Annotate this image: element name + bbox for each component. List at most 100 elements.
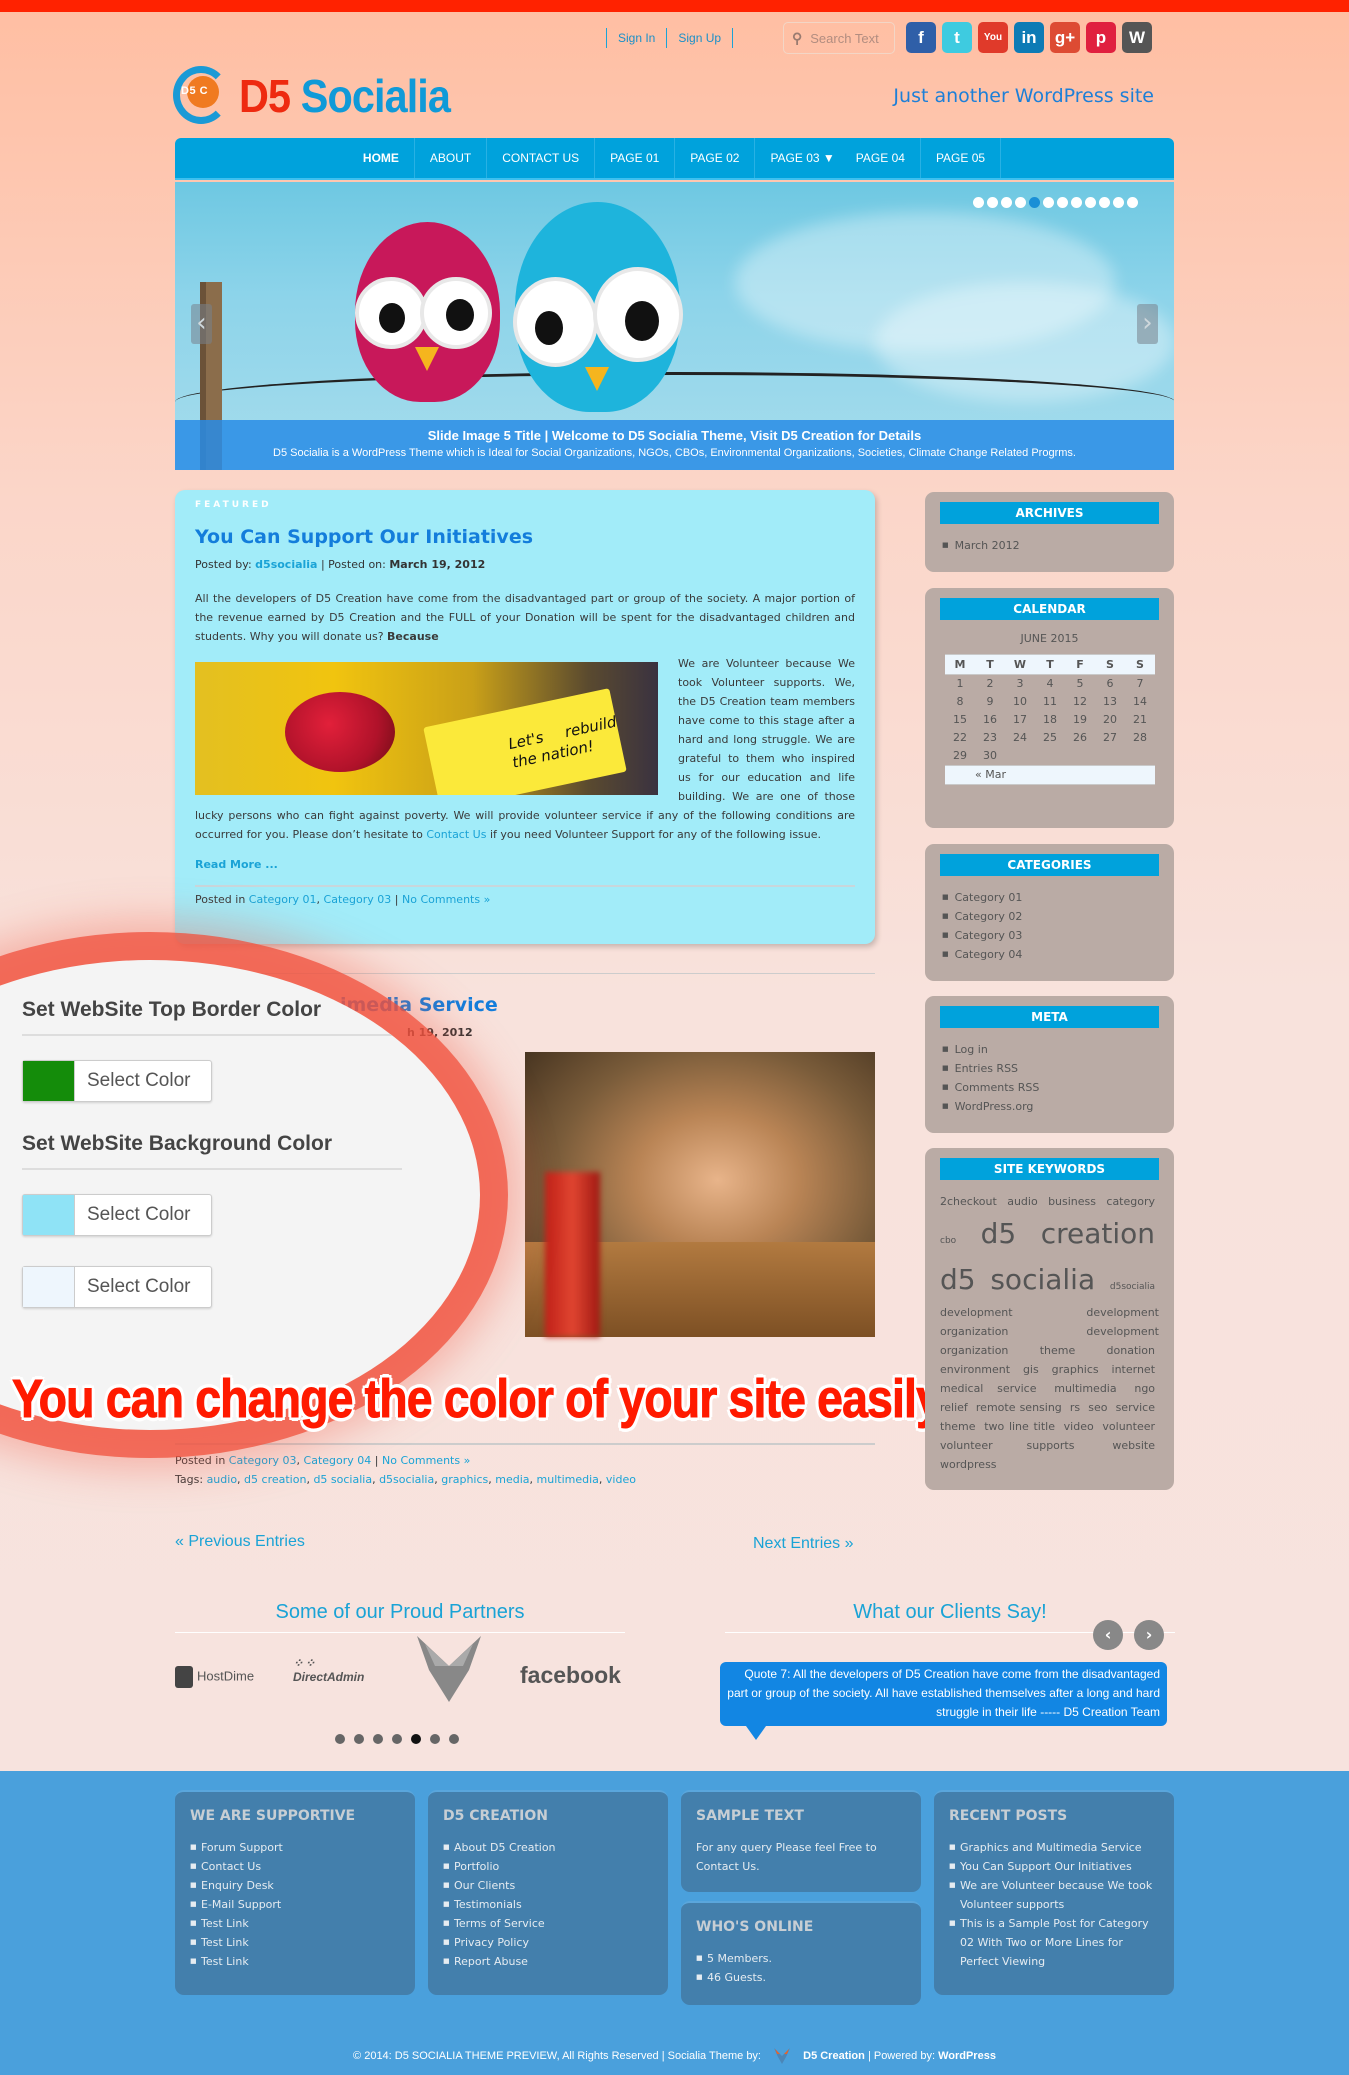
keyword-tag[interactable]: two line title — [984, 1420, 1055, 1433]
slider-dot[interactable] — [1043, 197, 1054, 208]
slider-dot[interactable] — [1015, 197, 1026, 208]
keyword-tag[interactable]: multimedia — [1054, 1382, 1116, 1395]
meta-item-link[interactable]: WordPress.org — [955, 1100, 1034, 1113]
footer-link[interactable]: Report Abuse — [443, 1952, 653, 1971]
footer-link[interactable]: Testimonials — [443, 1895, 653, 1914]
background-color-picker[interactable]: Select Color — [22, 1194, 212, 1236]
partner-dot[interactable] — [449, 1734, 459, 1744]
recent-post-link[interactable]: We are Volunteer because We took Volunte… — [960, 1879, 1152, 1911]
keyword-tag[interactable]: video — [1064, 1420, 1094, 1433]
meta-item-link[interactable]: Log in — [955, 1043, 988, 1056]
recent-post-link[interactable]: You Can Support Our Initiatives — [960, 1860, 1132, 1873]
linkedin-icon[interactable]: in — [1014, 22, 1044, 53]
keyword-tag[interactable]: volunteer supports — [940, 1439, 1074, 1452]
slider-dot[interactable] — [1127, 197, 1138, 208]
footer-link-link[interactable]: Terms of Service — [454, 1917, 545, 1930]
tag-link[interactable]: video — [606, 1473, 636, 1486]
keyword-tag[interactable]: rs — [1070, 1401, 1080, 1414]
pinterest-icon[interactable]: p — [1086, 22, 1116, 53]
partner-logo[interactable]: facebook — [520, 1662, 621, 1689]
recent-post-link[interactable]: This is a Sample Post for Category 02 Wi… — [960, 1917, 1149, 1968]
footer-link-link[interactable]: About D5 Creation — [454, 1841, 556, 1854]
partner-dot[interactable] — [373, 1734, 383, 1744]
wordpress-link[interactable]: WordPress — [938, 2050, 996, 2062]
comments-link[interactable]: No Comments » — [402, 893, 490, 906]
partner-dot[interactable] — [335, 1734, 345, 1744]
keyword-tag[interactable]: wordpress — [940, 1458, 997, 1471]
online-stat[interactable]: 46 Guests. — [696, 1968, 906, 1987]
slider-prev-button[interactable]: ‹ — [191, 304, 212, 344]
slider-dot[interactable] — [1085, 197, 1096, 208]
footer-link[interactable]: Test Link — [190, 1914, 400, 1933]
partner-dot[interactable] — [411, 1734, 421, 1744]
online-stat-link[interactable]: 5 Members. — [707, 1952, 772, 1965]
previous-entries-link[interactable]: « Previous Entries — [175, 1533, 305, 1551]
footer-link-link[interactable]: Test Link — [201, 1936, 249, 1949]
slider-dot[interactable] — [1113, 197, 1124, 208]
keyword-tag[interactable]: theme — [940, 1420, 976, 1433]
partner-logo[interactable]: HostDime — [175, 1666, 254, 1688]
slider-dot[interactable] — [1057, 197, 1068, 208]
keyword-tag[interactable]: medical service — [940, 1382, 1037, 1395]
sign-in-link[interactable]: Sign In — [607, 28, 666, 48]
footer-link-link[interactable]: Our Clients — [454, 1879, 515, 1892]
footer-link-link[interactable]: Test Link — [201, 1917, 249, 1930]
footer-link-link[interactable]: Privacy Policy — [454, 1936, 529, 1949]
recent-post[interactable]: This is a Sample Post for Category 02 Wi… — [949, 1914, 1159, 1971]
keyword-tag[interactable]: development — [940, 1306, 1013, 1319]
twitter-icon[interactable]: t — [942, 22, 972, 53]
category-item[interactable]: Category 01 — [940, 888, 1159, 907]
slider-dot[interactable] — [1029, 197, 1040, 208]
slider-dot[interactable] — [973, 197, 984, 208]
nav-item-contact-us[interactable]: CONTACT US — [487, 138, 596, 178]
footer-link-link[interactable]: Portfolio — [454, 1860, 499, 1873]
recent-post[interactable]: You Can Support Our Initiatives — [949, 1857, 1159, 1876]
keyword-tag[interactable]: ngo — [1134, 1382, 1155, 1395]
footer-link[interactable]: Privacy Policy — [443, 1933, 653, 1952]
keyword-tag[interactable]: seo — [1088, 1401, 1107, 1414]
wordpress-icon[interactable]: W — [1122, 22, 1152, 53]
background-secondary-color-picker[interactable]: Select Color — [22, 1266, 212, 1308]
partner-logo[interactable]: ⁘⁘ DirectAdmin — [293, 1656, 364, 1684]
footer-link[interactable]: Contact Us — [190, 1857, 400, 1876]
footer-link[interactable]: Terms of Service — [443, 1914, 653, 1933]
meta-item[interactable]: WordPress.org — [940, 1097, 1159, 1116]
tag-link[interactable]: graphics — [441, 1473, 488, 1486]
slider-dot[interactable] — [987, 197, 998, 208]
footer-link-link[interactable]: Forum Support — [201, 1841, 283, 1854]
nav-item-page-02[interactable]: PAGE 02 — [675, 138, 756, 178]
top-border-color-picker[interactable]: Select Color — [22, 1060, 212, 1102]
keyword-tag[interactable]: theme — [1040, 1344, 1076, 1357]
category-item[interactable]: Category 03 — [940, 926, 1159, 945]
keyword-tag[interactable]: category — [1106, 1195, 1155, 1208]
keyword-tag[interactable]: d5 — [981, 1217, 1017, 1250]
partner-logo[interactable] — [413, 1636, 485, 1705]
category-item[interactable]: Category 04 — [940, 945, 1159, 964]
keyword-tag[interactable]: cbo — [940, 1236, 956, 1246]
category-link[interactable]: Category 04 — [304, 1454, 372, 1467]
category-link[interactable]: Category 03 — [229, 1454, 297, 1467]
slider-dot[interactable] — [1001, 197, 1012, 208]
post-title[interactable]: You Can Support Our Initiatives — [195, 526, 855, 548]
footer-link-link[interactable]: Testimonials — [454, 1898, 522, 1911]
nav-item-page-01[interactable]: PAGE 01 — [595, 138, 676, 178]
footer-link-link[interactable]: Test Link — [201, 1955, 249, 1968]
keyword-tag[interactable]: remote sensing — [976, 1401, 1062, 1414]
slider-dot[interactable] — [1099, 197, 1110, 208]
footer-link[interactable]: E-Mail Support — [190, 1895, 400, 1914]
meta-item[interactable]: Log in — [940, 1040, 1159, 1059]
category-item-link[interactable]: Category 01 — [955, 891, 1023, 904]
testimonial-next-button[interactable]: › — [1134, 1620, 1164, 1650]
category-item-link[interactable]: Category 03 — [955, 929, 1023, 942]
calendar-prev-month-link[interactable]: « Mar — [975, 768, 1006, 781]
nav-item-home[interactable]: HOME — [348, 138, 415, 178]
partner-dot[interactable] — [392, 1734, 402, 1744]
partner-dot[interactable] — [354, 1734, 364, 1744]
footer-link-link[interactable]: Contact Us — [201, 1860, 261, 1873]
keyword-tag[interactable]: audio — [1007, 1195, 1037, 1208]
recent-post-link[interactable]: Graphics and Multimedia Service — [960, 1841, 1142, 1854]
tag-link[interactable]: d5socialia — [379, 1473, 434, 1486]
keyword-tag[interactable]: graphics — [1052, 1363, 1099, 1376]
keyword-tag[interactable]: volunteer — [1102, 1420, 1155, 1433]
online-stat-link[interactable]: 46 Guests. — [707, 1971, 766, 1984]
